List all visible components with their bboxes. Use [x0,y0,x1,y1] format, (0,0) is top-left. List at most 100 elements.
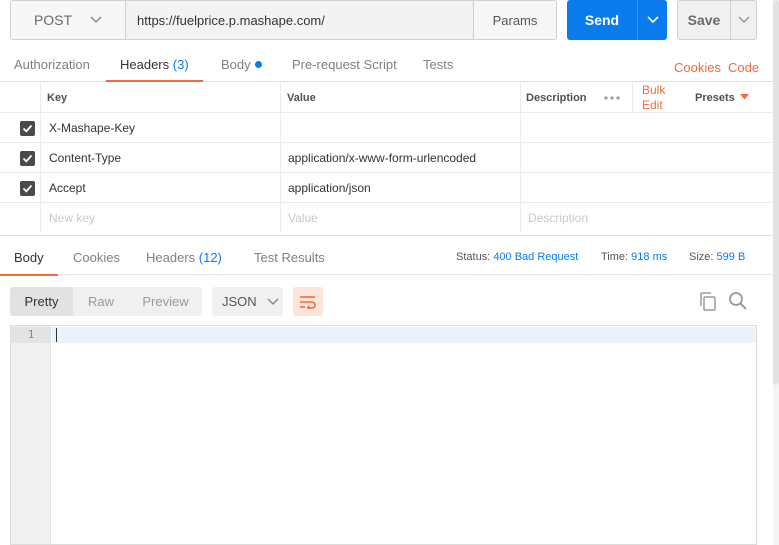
url-input[interactable]: https://fuelprice.p.mashape.com/ [126,1,473,39]
column-key: Key [47,92,68,104]
presets-dropdown[interactable]: Presets [695,83,749,113]
search-icon[interactable] [728,291,748,314]
headers-table: Key Value Description Bulk Edit Presets … [0,83,779,233]
save-button-group: Save [677,0,757,40]
chevron-down-icon [646,16,659,24]
status-info: Status: 400 Bad Request [456,251,578,263]
raw-button[interactable]: Raw [73,287,129,316]
bulk-edit-line2: Edit [642,98,663,112]
chevron-down-icon [90,13,102,27]
preview-button[interactable]: Preview [129,287,202,316]
line-number-gutter [11,326,51,544]
bulk-edit-line1: Bulk [642,83,666,97]
size-label: Size: [689,251,714,263]
response-body-editor[interactable]: 1 [10,325,757,545]
send-label: Send [584,12,620,28]
pretty-label: Pretty [24,294,59,309]
view-mode-group: Pretty Raw Preview [10,287,202,316]
header-value-cell[interactable]: application/json [288,173,371,203]
table-header-row: Key Value Description Bulk Edit Presets [0,83,779,113]
table-row: X-Mashape-Key [0,113,779,143]
bulk-edit-button[interactable]: Bulk Edit [642,83,665,113]
checkbox-checked-icon[interactable] [20,181,35,196]
tab-tests[interactable]: Tests [423,48,453,82]
page-scrollbar[interactable] [773,0,779,545]
body-indicator-dot [254,61,262,68]
tab-headers-label: Headers [120,57,170,72]
tab-response-headers[interactable]: Headers (12) [146,236,222,276]
params-label: Params [492,12,538,28]
tab-tests-label: Tests [423,57,454,72]
response-tabs: Body Cookies Headers (12) Test Results S… [0,235,779,276]
request-tabs: Authorization Headers (3) Body Pre-reque… [0,48,779,82]
time-label: Time: [601,251,629,263]
presets-label: Presets [695,92,735,104]
cookies-link[interactable]: Cookies [674,60,721,75]
params-button[interactable]: Params [473,1,556,39]
scrollbar-thumb[interactable] [773,0,779,385]
line-number: 1 [11,327,51,343]
time-info: Time: 918 ms [601,251,667,263]
wrap-lines-button[interactable] [293,287,323,316]
tab-body[interactable]: Body [221,48,262,82]
status-value: 400 Bad Request [493,251,579,263]
size-info: Size: 599 B [689,251,745,263]
time-value: 918 ms [631,251,668,263]
chevron-down-icon [267,297,279,305]
table-row: Accept application/json [0,173,779,203]
request-bar: POST https://fuelprice.p.mashape.com/ Pa… [10,0,557,40]
chevron-down-icon [737,16,750,24]
tab-authorization-label: Authorization [14,57,90,72]
tab-headers[interactable]: Headers (3) [106,48,203,82]
send-button-group: Send [567,0,667,40]
text-cursor [56,328,57,342]
response-headers-count-badge: (12) [198,250,222,265]
new-description-input[interactable]: Description [528,203,588,233]
raw-label: Raw [87,294,114,309]
new-value-input[interactable]: Value [288,203,318,233]
send-dropdown-button[interactable] [637,0,667,40]
checkbox-checked-icon[interactable] [20,151,35,166]
tab-test-results-label: Test Results [254,250,325,265]
preview-label: Preview [142,294,189,309]
tab-response-headers-label: Headers [146,250,196,265]
header-key-cell[interactable]: Accept [49,173,86,203]
method-label: POST [33,12,73,28]
url-text: https://fuelprice.p.mashape.com/ [137,12,325,28]
wrap-lines-icon [300,295,316,309]
format-select[interactable]: JSON [212,287,283,316]
new-key-input[interactable]: New key [49,203,95,233]
method-select[interactable]: POST [11,1,126,39]
copy-icon[interactable] [698,291,718,314]
tab-prerequest-label: Pre-request Script [292,57,397,72]
tab-body-label: Body [221,57,251,72]
tab-response-cookies[interactable]: Cookies [73,236,120,276]
tab-response-cookies-label: Cookies [73,250,120,265]
send-button[interactable]: Send [567,0,637,40]
tab-authorization[interactable]: Authorization [14,48,90,82]
header-key-cell[interactable]: Content-Type [49,143,121,173]
caret-down-icon [739,94,749,100]
tab-response-body-label: Body [14,250,44,265]
more-dots-icon[interactable] [604,79,622,109]
save-label: Save [687,12,721,28]
save-button[interactable]: Save [678,1,730,39]
headers-count-badge: (3) [172,57,189,72]
column-value: Value [287,92,316,104]
tab-pre-request-script[interactable]: Pre-request Script [292,48,397,82]
table-row: Content-Type application/x-www-form-urle… [0,143,779,173]
size-value: 599 B [716,251,746,263]
active-line [52,327,756,343]
column-description: Description [526,92,587,104]
format-label: JSON [222,294,257,309]
code-link[interactable]: Code [728,60,759,75]
table-row-new: New key Value Description [0,203,779,233]
status-label: Status: [456,251,491,263]
header-value-cell[interactable]: application/x-www-form-urlencoded [288,143,476,173]
checkbox-checked-icon[interactable] [20,121,35,136]
save-dropdown-button[interactable] [730,1,756,39]
tab-test-results[interactable]: Test Results [254,236,325,276]
tab-response-body[interactable]: Body [0,236,58,276]
header-key-cell[interactable]: X-Mashape-Key [49,113,135,143]
pretty-button[interactable]: Pretty [10,287,73,316]
